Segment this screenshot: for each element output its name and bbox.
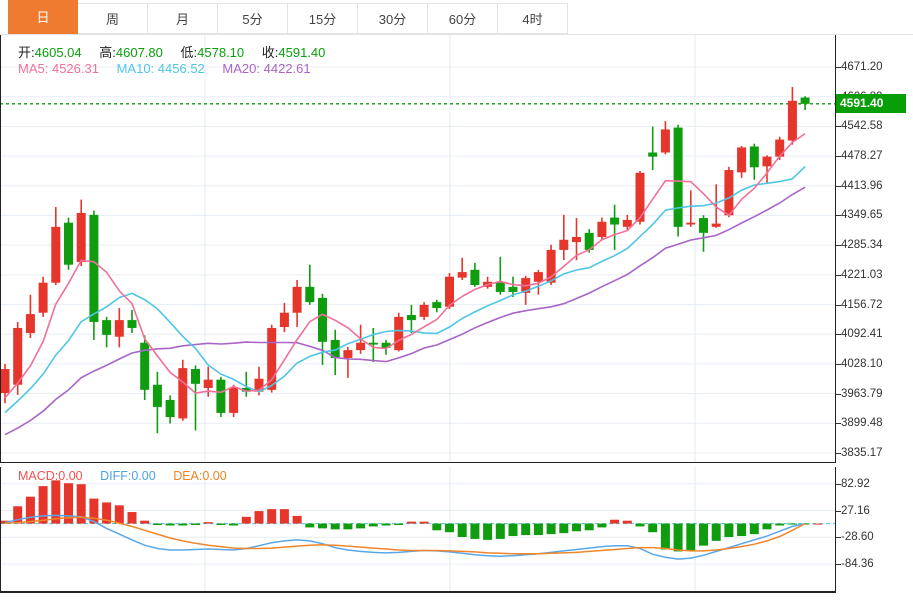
ohlc-row: 开:4605.04 高:4607.80 低:4578.10 收:4591.40 xyxy=(18,42,325,61)
price-tick-label: 3963.79 xyxy=(836,387,883,400)
ma20-label: MA20: xyxy=(222,61,260,76)
price-tick-label: 27.16 xyxy=(836,504,870,517)
high-label: 高: xyxy=(99,45,116,60)
price-tick-label: 4028.10 xyxy=(836,357,883,370)
dea-label: DEA: xyxy=(173,469,203,483)
macd-row: MACD:0.00 DIFF:0.00 DEA:0.00 xyxy=(18,469,227,483)
diff-value: 0.00 xyxy=(131,469,156,483)
high-value: 4607.80 xyxy=(115,45,163,60)
price-tick-label: -28.60 xyxy=(836,531,874,544)
price-tick-label: 82.92 xyxy=(836,477,870,490)
price-tick-label: 4413.96 xyxy=(836,179,883,192)
price-tick-label: 4542.58 xyxy=(836,120,883,133)
tab-60min[interactable]: 60分 xyxy=(428,3,498,34)
price-tick-label: 4349.65 xyxy=(836,209,883,222)
price-tick-label: 4092.41 xyxy=(836,328,883,341)
last-price-tag: 4591.40 xyxy=(836,94,906,113)
candlestick-pane[interactable] xyxy=(0,35,836,463)
low-label: 低: xyxy=(180,45,198,60)
price-tick-label: 4671.20 xyxy=(836,60,883,73)
price-tick-label: 4285.34 xyxy=(836,239,883,252)
tab-day[interactable]: 日 xyxy=(8,0,78,34)
tab-4hour[interactable]: 4时 xyxy=(498,3,568,34)
price-tick-label: -84.36 xyxy=(836,558,874,571)
ma-row: MA5: 4526.31 MA10: 4456.52 MA20: 4422.61 xyxy=(18,61,311,76)
ma5-label: MA5: xyxy=(18,61,49,76)
tab-month[interactable]: 月 xyxy=(148,3,218,34)
macd-label: MACD: xyxy=(18,469,59,483)
dea-value: 0.00 xyxy=(202,469,227,483)
close-value: 4591.40 xyxy=(278,45,326,60)
macd-pane[interactable] xyxy=(0,467,836,593)
price-tick-label: 3835.17 xyxy=(836,446,883,459)
tab-15min[interactable]: 15分 xyxy=(288,3,358,34)
open-value: 4605.04 xyxy=(34,45,82,60)
close-label: 收: xyxy=(261,45,279,60)
diff-label: DIFF: xyxy=(100,469,132,483)
price-tick-label: 4478.27 xyxy=(836,150,883,163)
period-tabbar: 日 周 月 5分 15分 30分 60分 4时 xyxy=(0,0,913,35)
price-tick-label: 3899.48 xyxy=(836,417,883,430)
low-value: 4578.10 xyxy=(197,45,245,60)
price-tick-label: 4221.03 xyxy=(836,268,883,281)
kline-chart-app: 日 周 月 5分 15分 30分 60分 4时 开:4605.04 高:4607… xyxy=(0,0,913,600)
tab-5min[interactable]: 5分 xyxy=(218,3,288,34)
ma5-value: 4526.31 xyxy=(51,61,99,76)
ma20-value: 4422.61 xyxy=(263,61,311,76)
open-label: 开: xyxy=(18,45,35,60)
ma10-label: MA10: xyxy=(116,61,155,76)
price-tick-label: 4156.72 xyxy=(836,298,883,311)
tab-30min[interactable]: 30分 xyxy=(358,3,428,34)
macd-value: 0.00 xyxy=(58,469,83,483)
ma10-value: 4456.52 xyxy=(157,61,205,76)
tab-week[interactable]: 周 xyxy=(78,3,148,34)
